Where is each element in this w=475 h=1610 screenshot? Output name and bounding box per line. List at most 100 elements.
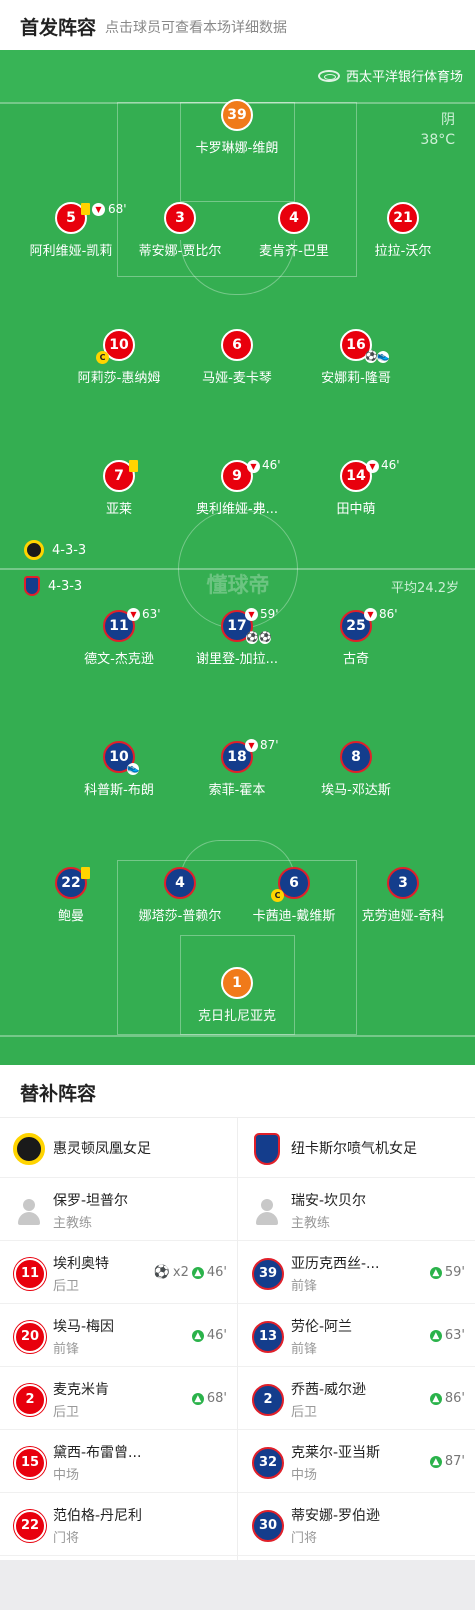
away-player-gk[interactable]: 1 克日扎尼亚克 (177, 967, 297, 1024)
home-player-m1[interactable]: 10 阿莉莎-惠纳姆 C (59, 329, 179, 386)
away-sub-row[interactable]: 30 蒂安娜-罗伯逊 门将 (238, 1493, 475, 1556)
sub-position: 门将 (53, 1531, 80, 1546)
home-player-m3[interactable]: 16 安娜莉-隆哥 ⚽ 👟 (296, 329, 416, 386)
home-team-row[interactable]: 惠灵顿凤凰女足 (0, 1118, 237, 1178)
venue-name: 西太平洋银行体育场 (345, 70, 463, 85)
home-player-f1[interactable]: 7 亚莱 (59, 460, 179, 517)
stadium-icon (317, 69, 340, 82)
away-sub-row[interactable]: 32 克莱尔-亚当斯 中场 ▲ 87' (238, 1430, 475, 1493)
goal-count: x2 (172, 1265, 189, 1280)
sub-events: ▲ 68' (191, 1391, 227, 1406)
home-sub-row[interactable]: 2 麦克米肯 后卫 ▲ 68' (0, 1367, 237, 1430)
venue: 西太平洋银行体育场 (317, 66, 463, 85)
player-name: 谢里登-加拉... (195, 652, 279, 667)
player-name: 蒂安娜-贾比尔 (138, 244, 222, 259)
home-player-d2[interactable]: 3 蒂安娜-贾比尔 (120, 202, 240, 259)
player-number: 1 (221, 967, 253, 999)
home-coach-row[interactable]: 保罗-坦普尔 主教练 (0, 1178, 237, 1241)
assist-shoe-icon: 👟 (127, 763, 140, 775)
player-name: 阿莉莎-惠纳姆 (77, 371, 161, 386)
sub-name: 范伯格-丹尼利 (53, 1508, 143, 1524)
sub-out-icon: ▼ (247, 460, 260, 473)
sub-name: 蒂安娜-罗伯逊 (291, 1508, 381, 1524)
coach-role: 主教练 (291, 1216, 331, 1231)
player-number: 4 (164, 867, 196, 899)
player-name: 克日扎尼亚克 (197, 1009, 276, 1024)
away-player-f2[interactable]: 17 谢里登-加拉... ▼ 59' ⚽ ⚽ (177, 607, 297, 667)
sub-name: 埃马-梅因 (53, 1319, 115, 1335)
home-player-d1[interactable]: 5 阿利维娅-凯莉 ▼ 68' (11, 202, 131, 259)
sub-events: ▲ 46' (191, 1328, 227, 1343)
away-coach-row[interactable]: 瑞安-坎贝尔 主教练 (238, 1178, 475, 1241)
player-name: 埃马-邓达斯 (321, 783, 391, 798)
player-number: 3 (387, 867, 419, 899)
player-name: 亚莱 (105, 502, 132, 517)
sub-number: 13 (252, 1321, 284, 1353)
sub-position: 中场 (53, 1468, 80, 1483)
home-player-d4[interactable]: 21 拉拉-沃尔 (343, 202, 463, 259)
average-age: 平均24.2岁 (391, 581, 459, 596)
sub-minute: 63' (444, 1328, 465, 1343)
coach-avatar-icon (14, 1196, 44, 1226)
sub-number: 20 (14, 1321, 46, 1353)
away-player-m2[interactable]: 18 索菲-霍本 ▼ 87' (177, 738, 297, 798)
away-player-m3[interactable]: 8 埃马-邓达斯 (296, 741, 416, 798)
player-name: 科普斯-布朗 (84, 783, 154, 798)
home-player-f2[interactable]: 9 奥利维娅-弗... ▼ 46' (177, 458, 297, 517)
player-number: 3 (164, 202, 196, 234)
sub-out-icon: ▼ (364, 608, 377, 621)
coach-name: 保罗-坦普尔 (53, 1193, 129, 1209)
player-name: 田中萌 (336, 502, 376, 517)
player-name: 卡罗琳娜-维朗 (195, 141, 279, 156)
yellow-card-icon (81, 867, 90, 879)
sub-number: 22 (14, 1510, 46, 1542)
lineup-header: 首发阵容 点击球员可查看本场详细数据 (0, 0, 475, 50)
player-name: 德文-杰克逊 (84, 652, 154, 667)
sub-minute: 46' (262, 458, 281, 472)
weather-condition: 阴 (441, 112, 455, 128)
sub-minute: 46' (206, 1265, 227, 1280)
home-sub-row[interactable]: 20 埃马-梅因 前锋 ▲ 46' (0, 1304, 237, 1367)
sub-out-icon: ▼ (245, 739, 258, 752)
sub-events: ▲ 59' (429, 1265, 465, 1280)
home-player-m2[interactable]: 6 马娅-麦卡琴 (177, 329, 297, 386)
home-sub-row[interactable]: 15 黛西-布雷曾... 中场 (0, 1430, 237, 1493)
sub-position: 前锋 (291, 1279, 318, 1294)
sub-number: 2 (252, 1384, 284, 1416)
goal-ball-icon: ⚽ (153, 1265, 170, 1280)
home-player-f3[interactable]: 14 田中萌 ▼ 46' (296, 458, 416, 517)
away-sub-row[interactable]: 2 乔茜-威尔逊 后卫 ▲ 86' (238, 1367, 475, 1430)
sub-minute: 46' (206, 1328, 227, 1343)
bottom-goal-line (0, 1035, 475, 1037)
player-name: 克劳迪娅-奇科 (361, 909, 445, 924)
home-team-name: 惠灵顿凤凰女足 (53, 1141, 151, 1157)
player-number: 8 (340, 741, 372, 773)
player-name: 鲍曼 (57, 909, 84, 924)
home-player-gk[interactable]: 39 卡罗琳娜-维朗 (177, 99, 297, 156)
away-subs-column: 纽卡斯尔喷气机女足 瑞安-坎贝尔 主教练 39 亚历克西丝-... 前锋 ▲ 5… (238, 1118, 475, 1556)
sub-minute: 59' (260, 607, 279, 621)
away-player-d1[interactable]: 22 鲍曼 (11, 867, 131, 924)
sub-out-icon: ▼ (127, 608, 140, 621)
away-sub-row[interactable]: 13 劳伦-阿兰 前锋 ▲ 63' (238, 1304, 475, 1367)
away-sub-row[interactable]: 39 亚历克西丝-... 前锋 ▲ 59' (238, 1241, 475, 1304)
home-sub-row[interactable]: 11 埃利奥特 后卫 ⚽ x2 ▲ 46' (0, 1241, 237, 1304)
player-name: 娜塔莎-普赖尔 (138, 909, 222, 924)
home-player-d3[interactable]: 4 麦肯齐-巴里 (234, 202, 354, 259)
away-team-row[interactable]: 纽卡斯尔喷气机女足 (238, 1118, 475, 1178)
away-player-d3[interactable]: 6 卡茜迪-戴维斯 C (234, 867, 354, 924)
pitch: 西太平洋银行体育场 懂球帝 阴 38°C 39 卡罗琳娜-维朗 5 阿利维娅-凯… (0, 50, 475, 1065)
away-formation-label: 4-3-3 (48, 578, 83, 594)
player-name: 麦肯齐-巴里 (259, 244, 329, 259)
away-player-d2[interactable]: 4 娜塔莎-普赖尔 (120, 867, 240, 924)
yellow-card-icon (129, 460, 138, 472)
sub-minute: 59' (444, 1265, 465, 1280)
sub-minute: 63' (142, 607, 161, 621)
player-name: 拉拉-沃尔 (374, 244, 432, 259)
weather: 阴 38°C (420, 110, 455, 150)
away-player-f3[interactable]: 25 古奇 ▼ 86' (296, 607, 416, 667)
away-player-f1[interactable]: 11 德文-杰克逊 ▼ 63' (59, 607, 179, 667)
home-sub-row[interactable]: 22 范伯格-丹尼利 门将 (0, 1493, 237, 1556)
away-player-d4[interactable]: 3 克劳迪娅-奇科 (343, 867, 463, 924)
away-player-m1[interactable]: 10 科普斯-布朗 👟 (59, 741, 179, 798)
